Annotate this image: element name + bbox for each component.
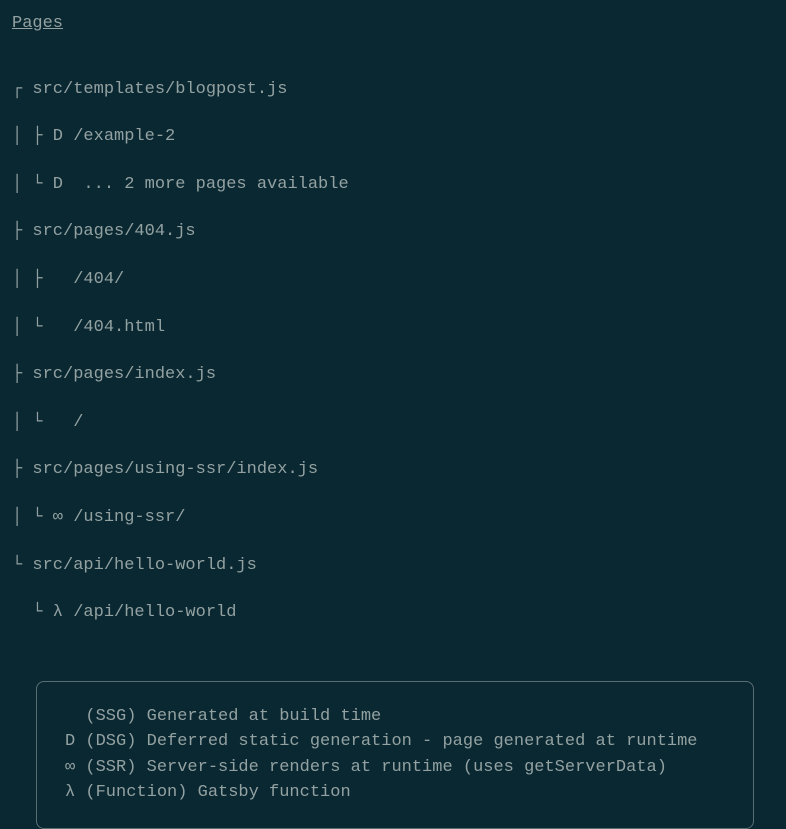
tree-row: └ λ /api/hello-world xyxy=(12,601,774,625)
tree-row: ┌ src/templates/blogpost.js xyxy=(12,78,774,102)
tree-row: │ └ D ... 2 more pages available xyxy=(12,173,774,197)
tree-row: │ └ /404.html xyxy=(12,316,774,340)
tree-row: ├ src/pages/using-ssr/index.js xyxy=(12,458,774,482)
tree-row: ├ src/pages/404.js xyxy=(12,220,774,244)
tree-row: │ └ / xyxy=(12,411,774,435)
legend-box: (SSG) Generated at build time D (DSG) De… xyxy=(36,681,754,829)
tree-row: └ src/api/hello-world.js xyxy=(12,554,774,578)
legend-row: (SSG) Generated at build time xyxy=(65,704,725,730)
tree-row: │ └ ∞ /using-ssr/ xyxy=(12,506,774,530)
legend-row: D (DSG) Deferred static generation - pag… xyxy=(65,729,725,755)
tree-row: ├ src/pages/index.js xyxy=(12,363,774,387)
pages-tree: ┌ src/templates/blogpost.js │ ├ D /examp… xyxy=(12,54,774,649)
pages-title: Pages xyxy=(12,12,774,36)
legend-row: λ (Function) Gatsby function xyxy=(65,780,725,806)
legend-row: ∞ (SSR) Server-side renders at runtime (… xyxy=(65,755,725,781)
tree-row: │ ├ /404/ xyxy=(12,268,774,292)
tree-row: │ ├ D /example-2 xyxy=(12,125,774,149)
